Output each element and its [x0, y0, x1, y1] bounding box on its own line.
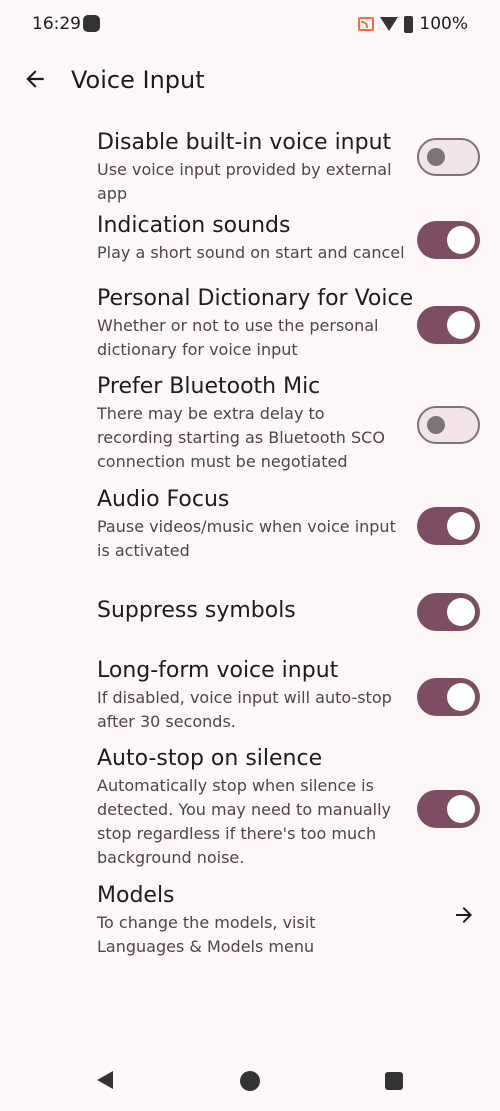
setting-personal-dictionary-voice[interactable]: Personal Dictionary for Voice Whether or…: [97, 284, 500, 362]
toggle-switch[interactable]: [417, 406, 480, 444]
switch-knob: [447, 598, 475, 626]
setting-summary: If disabled, voice input will auto-stop …: [97, 688, 392, 731]
setting-auto-stop-on-silence[interactable]: Auto-stop on silence Automatically stop …: [97, 744, 500, 870]
setting-title: Disable built-in voice input: [97, 130, 392, 155]
setting-summary: There may be extra delay to recording st…: [97, 404, 385, 471]
switch-knob: [427, 148, 445, 166]
setting-summary: To change the models, visit Languages & …: [97, 913, 316, 956]
toggle-switch[interactable]: [417, 306, 480, 344]
arrow-forward-icon[interactable]: [452, 903, 476, 927]
status-time: 16:29: [32, 14, 81, 34]
setting-title: Indication sounds: [97, 213, 291, 238]
setting-prefer-bluetooth-mic[interactable]: Prefer Bluetooth Mic There may be extra …: [97, 372, 500, 474]
setting-title: Prefer Bluetooth Mic: [97, 374, 321, 399]
switch-knob: [447, 683, 475, 711]
cast-icon: [358, 17, 375, 31]
nav-home-icon[interactable]: [240, 1071, 260, 1091]
system-nav-bar: [0, 1055, 500, 1111]
setting-long-form-voice-input[interactable]: Long-form voice input If disabled, voice…: [97, 656, 500, 734]
setting-models[interactable]: Models To change the models, visit Langu…: [97, 881, 500, 959]
setting-title: Personal Dictionary for Voice: [97, 286, 414, 311]
nav-recents-icon[interactable]: [385, 1072, 403, 1090]
setting-title: Audio Focus: [97, 487, 230, 512]
app-bar: Voice Input: [0, 52, 500, 112]
setting-title: Models: [97, 883, 175, 908]
setting-suppress-symbols[interactable]: Suppress symbols: [97, 593, 500, 631]
switch-knob: [447, 226, 475, 254]
setting-title: Auto-stop on silence: [97, 746, 323, 771]
setting-disable-builtin-voice-input[interactable]: Disable built-in voice input Use voice i…: [97, 128, 500, 206]
setting-summary: Play a short sound on start and cancel: [97, 243, 405, 262]
toggle-switch[interactable]: [417, 138, 480, 176]
setting-summary: Automatically stop when silence is detec…: [97, 776, 392, 867]
switch-knob: [427, 416, 445, 434]
toggle-switch[interactable]: [417, 593, 480, 631]
switch-knob: [447, 311, 475, 339]
setting-title: Long-form voice input: [97, 658, 339, 683]
setting-summary: Whether or not to use the personal dicti…: [97, 316, 379, 359]
toggle-switch[interactable]: [417, 790, 480, 828]
status-bar: 16:29 100%: [0, 0, 500, 50]
page-title: Voice Input: [71, 66, 205, 94]
setting-indication-sounds[interactable]: Indication sounds Play a short sound on …: [97, 211, 500, 265]
nav-back-icon[interactable]: [97, 1071, 113, 1089]
switch-knob: [447, 795, 475, 823]
battery-percent: 100%: [419, 14, 468, 34]
setting-summary: Pause videos/music when voice input is a…: [97, 517, 396, 560]
battery-icon: [404, 15, 414, 33]
toggle-switch[interactable]: [417, 678, 480, 716]
setting-audio-focus[interactable]: Audio Focus Pause videos/music when voic…: [97, 485, 500, 563]
toggle-switch[interactable]: [417, 507, 480, 545]
setting-summary: Use voice input provided by external app: [97, 160, 392, 203]
status-icons: 100%: [358, 14, 468, 34]
toggle-switch[interactable]: [417, 221, 480, 259]
setting-title: Suppress symbols: [97, 598, 296, 623]
switch-knob: [447, 512, 475, 540]
back-arrow-icon[interactable]: [22, 66, 48, 92]
notification-icon: [83, 15, 100, 32]
wifi-icon: [380, 17, 399, 31]
